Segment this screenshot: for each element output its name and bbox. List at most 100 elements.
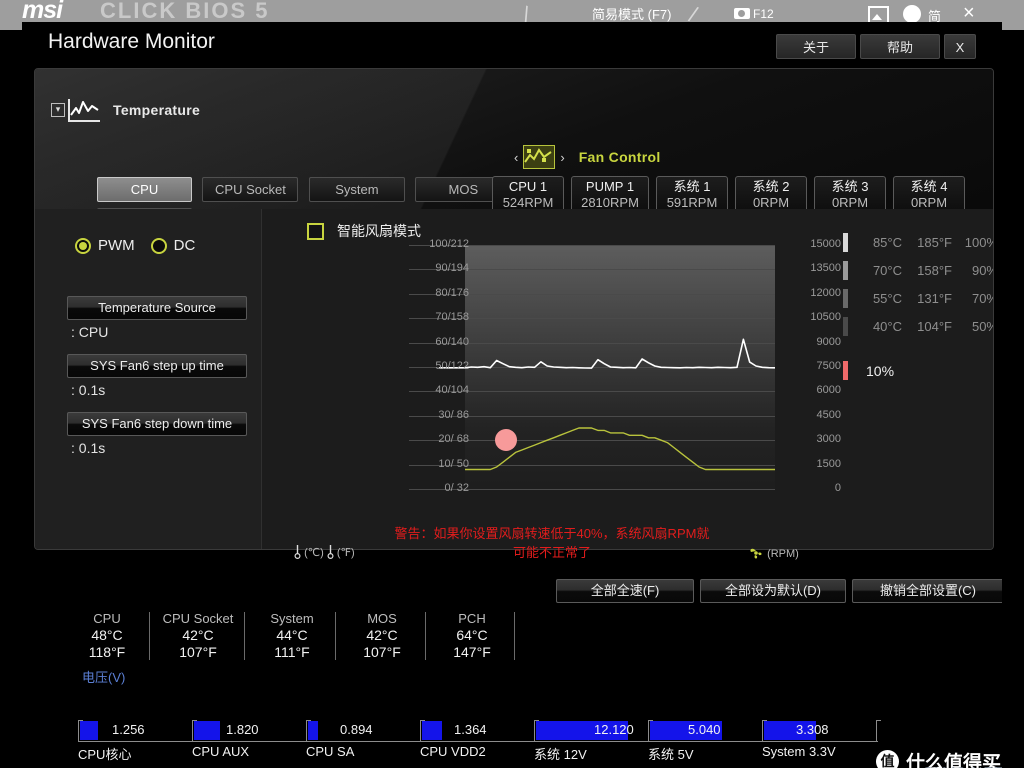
undo-all-button[interactable]: 撤销全部设置(C) [852,579,1002,603]
legend-row-4: 40°C 104°F 50% [843,317,993,336]
voltage-bar [308,721,318,740]
voltage-scale-cap [648,720,653,741]
right-axis-tick: 12000 [810,286,841,299]
screenshot-key-label[interactable]: F12 [734,7,774,21]
sensor-name: MOS [367,611,397,626]
right-axis-tick: 0 [834,482,841,494]
window-title: Hardware Monitor [48,30,215,53]
fan-name: PUMP 1 [585,179,635,194]
warning-line-2: 可能不正常了 [512,545,591,560]
legend-celsius: 40°C [872,319,902,334]
voltage-label: 系统 5V [648,747,694,762]
sensor-system: System 44°C 111°F [246,610,338,661]
mode-radio-group: PWM DC [75,237,211,254]
smart-fan-mode-checkbox[interactable] [307,222,324,240]
thermometer-icon [294,545,301,559]
legend-swatch [843,289,848,308]
temperature-section-title: Temperature [113,102,201,118]
fan-speed-warning: 警告：如果你设置风扇转速低于40%，系统风扇RPM就 可能不正常了 [322,524,782,562]
step-down-time-value: : 0.1s [71,440,106,456]
screenshot-key-text: F12 [753,7,774,21]
pwm-radio[interactable] [75,237,91,254]
right-axis-tick: 3000 [816,433,841,446]
fan-settings-column: PWM DC Temperature Source : CPU SYS Fan6… [35,209,262,549]
right-axis-tick: 7500 [816,360,841,372]
temperature-tabs-row1: CPU CPU Socket System MOS [97,177,517,202]
easy-mode-label[interactable]: 简易模式 (F7) [592,4,671,23]
voltage-label: 系统 12V [534,747,587,762]
dc-radio[interactable] [150,237,167,254]
step-down-time-button[interactable]: SYS Fan6 step down time [67,412,247,436]
sensor-pch: PCH 64°C 147°F [426,610,518,661]
all-default-button[interactable]: 全部设为默认(D) [700,579,846,603]
pwm-label: PWM [98,237,135,254]
legend-swatch-current [843,361,848,380]
left-axis-tick: 30/ 86 [438,408,469,421]
legend-celsius: 85°C [872,235,902,250]
legend-row-3: 55°C 131°F 70% [843,289,993,308]
step-up-time-value: : 0.1s [71,382,106,398]
voltage-label: CPU核心 [78,747,132,762]
legend-fahrenheit: 158°F [917,263,952,278]
sensor-celsius: 42°C [366,627,398,643]
tab-cpu[interactable]: CPU [97,177,192,202]
monitor-panel: ▾ Temperature CPU CPU Socket System MOS … [34,68,994,550]
chart-right-axis-unit: (RPM) [748,546,799,560]
fan-control-header: ‹ › Fan Control [509,145,661,169]
legend-fahrenheit: 131°F [917,291,952,306]
chart-series-rpm [439,338,775,369]
voltage-scale-cap [78,720,83,741]
voltage-scale-cap [534,720,539,741]
left-axis-tick: 80/176 [435,286,469,299]
sensor-fahrenheit: 107°F [179,644,217,660]
camera-icon [734,8,750,19]
panel-body: PWM DC Temperature Source : CPU SYS Fan6… [35,209,993,549]
sensor-celsius: 42°C [182,627,214,643]
watermark-badge: 值 [876,750,899,768]
sensor-name: CPU [93,611,121,626]
voltage-value: 3.308 [796,722,829,737]
left-axis-tick: 10/ 50 [438,457,469,470]
sensor-celsius: 44°C [276,627,308,643]
fan-name: 系统 1 [673,179,711,194]
voltage-label: System 3.3V [762,744,836,759]
fan-curve-chart: 智能风扇模式 100/212 90/194 80/176 70/158 60/140 50… [261,209,993,549]
sensor-fahrenheit: 107°F [363,644,401,660]
collapse-icon[interactable]: ▾ [51,103,65,117]
tab-system[interactable]: System [308,177,405,202]
fan-name: CPU 1 [508,179,548,194]
legend-swatch [843,317,848,336]
all-full-speed-button[interactable]: 全部全速(F) [556,579,694,603]
voltage-bar [422,721,442,740]
voltage-label: CPU VDD2 [420,744,486,759]
close-button[interactable]: X [944,34,976,59]
temperature-source-value: : CPU [71,324,109,340]
voltage-value: 1.256 [112,722,145,737]
fan-icon [750,548,762,559]
bios-name: CLICK BIOS 5 [100,0,270,23]
prev-page-arrow[interactable]: ‹ [509,150,523,165]
sensor-fahrenheit: 147°F [453,644,491,660]
sensor-celsius: 48°C [91,627,123,643]
dc-label: DC [173,237,196,254]
help-button[interactable]: 帮助 [860,34,940,59]
left-axis-tick: 70/158 [435,311,469,324]
fan-name: 系统 2 [752,179,790,194]
about-button[interactable]: 关于 [776,34,856,59]
voltage-scale-cap [306,720,311,741]
left-axis-tick: 100/212 [429,238,469,250]
globe-icon[interactable] [903,5,921,23]
hardware-monitor-window: Hardware Monitor 关于 帮助 X ▾ Temperature C… [22,22,1002,768]
sensor-cpu: CPU 48°C 118°F [61,610,153,661]
legend-swatch [843,261,848,280]
temperature-source-button[interactable]: Temperature Source [67,296,247,320]
tab-cpu-socket[interactable]: CPU Socket [202,177,299,202]
voltage-scale-cap [420,720,425,741]
right-axis-tick: 6000 [816,384,841,397]
voltage-value: 1.820 [226,722,259,737]
watermark-sub: SM42.NET [922,764,1002,768]
left-axis-tick: 90/194 [435,262,469,275]
next-page-arrow[interactable]: › [555,150,569,165]
voltage-scale-cap [762,720,767,741]
step-up-time-button[interactable]: SYS Fan6 step up time [67,354,247,378]
